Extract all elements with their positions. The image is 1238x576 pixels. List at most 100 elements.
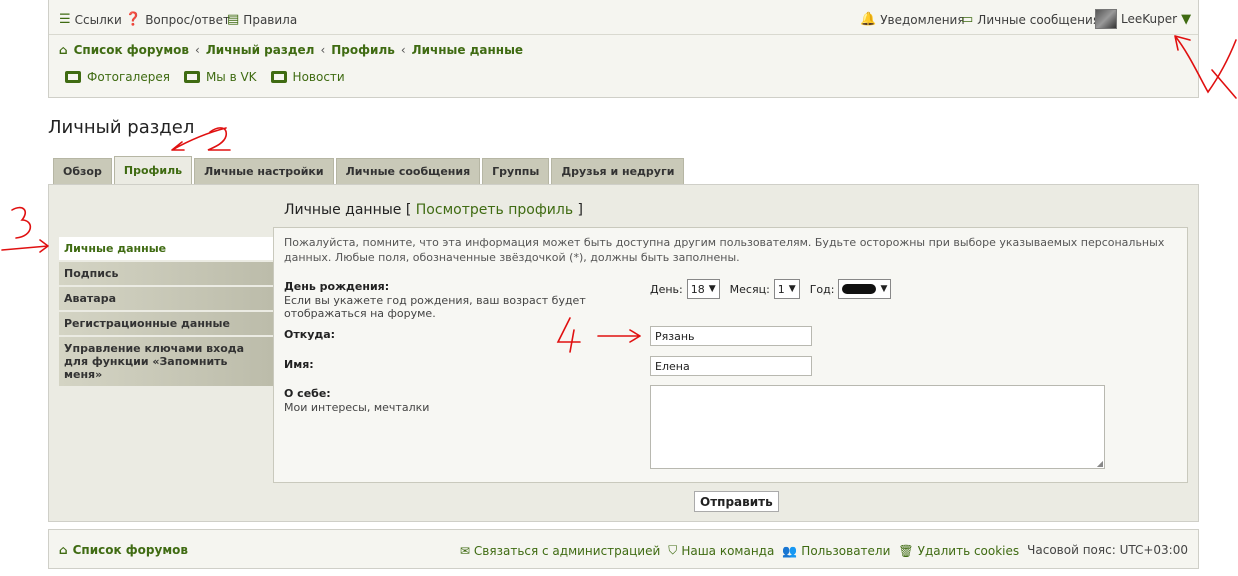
news-label: Новости bbox=[292, 70, 345, 84]
tab-profile[interactable]: Профиль bbox=[113, 156, 193, 184]
newspaper-icon bbox=[270, 71, 287, 83]
bell-icon: 🔔 bbox=[860, 12, 877, 27]
chevron-down-icon: ▼ bbox=[880, 284, 888, 294]
news-link[interactable]: Новости bbox=[270, 70, 345, 84]
annotation-number-1 bbox=[1211, 69, 1237, 99]
shield-icon: ⛉ bbox=[668, 543, 678, 557]
sidebar-nav: Личные данные Подпись Аватара Регистраци… bbox=[59, 237, 273, 388]
view-profile-link[interactable]: Посмотреть профиль bbox=[416, 202, 573, 218]
vk-label: Мы в VK bbox=[205, 70, 257, 84]
cookies-label: Удалить cookies bbox=[917, 543, 1020, 558]
team-label: Наша команда bbox=[681, 543, 775, 558]
hamburger-icon: ☰ bbox=[59, 12, 71, 27]
year-label: Год: bbox=[809, 282, 835, 296]
breadcrumb-item[interactable]: Личный раздел bbox=[206, 43, 315, 57]
contact-label: Связаться с администрацией bbox=[473, 543, 661, 558]
private-messages-label: Личные сообщения bbox=[977, 12, 1100, 27]
gallery-label: Фотогалерея bbox=[87, 70, 170, 84]
question-icon: ❓ bbox=[125, 12, 142, 27]
trash-icon: 🗑 bbox=[898, 543, 914, 558]
profile-tabs: Обзор Профиль Личные настройки Личные со… bbox=[53, 156, 685, 184]
users-label: Пользователи bbox=[801, 543, 891, 558]
tab-friends-foes[interactable]: Друзья и недруги bbox=[551, 158, 685, 184]
page-title: Личный раздел bbox=[48, 117, 195, 138]
user-menu[interactable]: LeeKuper ▼ bbox=[1095, 9, 1191, 29]
home-icon: ⌂ bbox=[59, 543, 68, 557]
username: LeeKuper bbox=[1121, 12, 1178, 26]
header: ☰ Ссылки ❓ Вопрос/ответ ▤ Правила 🔔 Увед… bbox=[48, 0, 1199, 98]
month-label: Месяц: bbox=[729, 282, 770, 296]
breadcrumb-item[interactable]: Личные данные bbox=[412, 43, 523, 57]
vk-link[interactable]: Мы в VK bbox=[183, 70, 257, 84]
section-title-text: Личные данные bbox=[284, 202, 402, 218]
users-icon: 👥 bbox=[782, 543, 798, 558]
footer-links: ✉ Связаться с администрацией ⛉ Наша кома… bbox=[460, 543, 1188, 558]
tab-groups[interactable]: Группы bbox=[482, 158, 550, 184]
sidebar-item-signature[interactable]: Подпись bbox=[59, 262, 273, 285]
about-note: Мои интересы, мечталки bbox=[284, 401, 430, 414]
about-textarea[interactable] bbox=[650, 385, 1105, 469]
gallery-link[interactable]: Фотогалерея bbox=[65, 70, 170, 84]
rules-link[interactable]: ▤ Правила bbox=[227, 12, 297, 27]
annotation-number-2 bbox=[207, 127, 231, 151]
sidebar-item-registration[interactable]: Регистрационные данные bbox=[59, 312, 273, 335]
submit-button[interactable]: Отправить bbox=[694, 491, 779, 512]
section-title: Личные данные [ Посмотреть профиль ] bbox=[284, 202, 583, 218]
tab-preferences[interactable]: Личные настройки bbox=[194, 158, 334, 184]
annotation-arrow-3 bbox=[1, 239, 49, 253]
team-link[interactable]: ⛉ Наша команда bbox=[668, 543, 774, 558]
faq-label: Вопрос/ответ bbox=[145, 12, 230, 27]
breadcrumb: ⌂ Список форумов ‹ Личный раздел ‹ Профи… bbox=[59, 43, 523, 57]
birthday-note: Если вы укажете год рождения, ваш возрас… bbox=[284, 294, 586, 320]
rules-label: Правила bbox=[243, 12, 298, 27]
sidebar-item-personal-data[interactable]: Личные данные bbox=[59, 237, 273, 260]
chevron-left-icon: ‹ bbox=[195, 43, 200, 57]
annotation-number-3 bbox=[11, 206, 32, 239]
chevron-down-icon: ▼ bbox=[788, 284, 796, 294]
sidebar-item-avatar[interactable]: Аватара bbox=[59, 287, 273, 310]
breadcrumb-item[interactable]: Список форумов bbox=[74, 43, 189, 57]
tab-private-messages[interactable]: Личные сообщения bbox=[335, 158, 481, 184]
day-label: День: bbox=[650, 282, 683, 296]
day-value: 18 bbox=[690, 282, 705, 296]
book-icon: ▤ bbox=[227, 12, 240, 27]
day-select[interactable]: 18 ▼ bbox=[686, 279, 720, 299]
personal-data-form: Пожалуйста, помните, что эта информация … bbox=[273, 227, 1188, 483]
faq-link[interactable]: ❓ Вопрос/ответ bbox=[125, 12, 230, 27]
quick-links: Фотогалерея Мы в VK Новости bbox=[65, 70, 345, 84]
location-label: Откуда: bbox=[284, 328, 336, 341]
notifications-link[interactable]: 🔔 Уведомления bbox=[860, 12, 965, 27]
caret-down-icon: ▼ bbox=[1181, 11, 1192, 27]
name-label: Имя: bbox=[284, 358, 314, 371]
home-icon: ⌂ bbox=[59, 43, 68, 57]
footer: ⌂ Список форумов ✉ Связаться с администр… bbox=[48, 529, 1199, 569]
links-menu[interactable]: ☰ Ссылки bbox=[59, 12, 122, 27]
chevron-left-icon: ‹ bbox=[320, 43, 326, 57]
name-input[interactable]: Елена bbox=[650, 356, 812, 376]
footer-home-label: Список форумов bbox=[72, 543, 188, 557]
chevron-left-icon: ‹ bbox=[400, 43, 406, 57]
month-select[interactable]: 1 ▼ bbox=[773, 279, 800, 299]
breadcrumb-item[interactable]: Профиль bbox=[331, 43, 395, 57]
users-link[interactable]: 👥 Пользователи bbox=[782, 543, 890, 558]
privacy-notice: Пожалуйста, помните, что эта информация … bbox=[284, 236, 1165, 264]
location-input[interactable]: Рязань bbox=[650, 326, 812, 346]
private-messages-link[interactable]: ▭ Личные сообщения bbox=[961, 12, 1100, 27]
birthday-fields: День: 18 ▼ Месяц: 1 ▼ Год: ▼ bbox=[650, 279, 892, 299]
birthday-label: День рождения: bbox=[284, 280, 390, 293]
profile-panel: Личные данные Подпись Аватара Регистраци… bbox=[48, 184, 1199, 522]
avatar bbox=[1095, 9, 1117, 29]
delete-cookies-link[interactable]: 🗑 Удалить cookies bbox=[898, 543, 1019, 558]
envelope-icon: ✉ bbox=[459, 543, 470, 558]
footer-home-link[interactable]: ⌂ Список форумов bbox=[59, 543, 188, 557]
sidebar-item-login-keys[interactable]: Управление ключами входа для функции «За… bbox=[59, 337, 273, 386]
redacted-year-scribble bbox=[842, 284, 877, 294]
chevron-down-icon: ▼ bbox=[708, 284, 716, 294]
contact-admin-link[interactable]: ✉ Связаться с администрацией bbox=[460, 543, 660, 558]
bracket-close: ] bbox=[577, 202, 584, 218]
year-select[interactable]: ▼ bbox=[838, 279, 892, 299]
top-navbar: ☰ Ссылки ❓ Вопрос/ответ ▤ Правила 🔔 Увед… bbox=[49, 0, 1198, 35]
bracket-open: [ bbox=[405, 202, 412, 218]
tab-overview[interactable]: Обзор bbox=[53, 158, 112, 184]
timezone-text: Часовой пояс: UTC+03:00 bbox=[1027, 543, 1188, 557]
